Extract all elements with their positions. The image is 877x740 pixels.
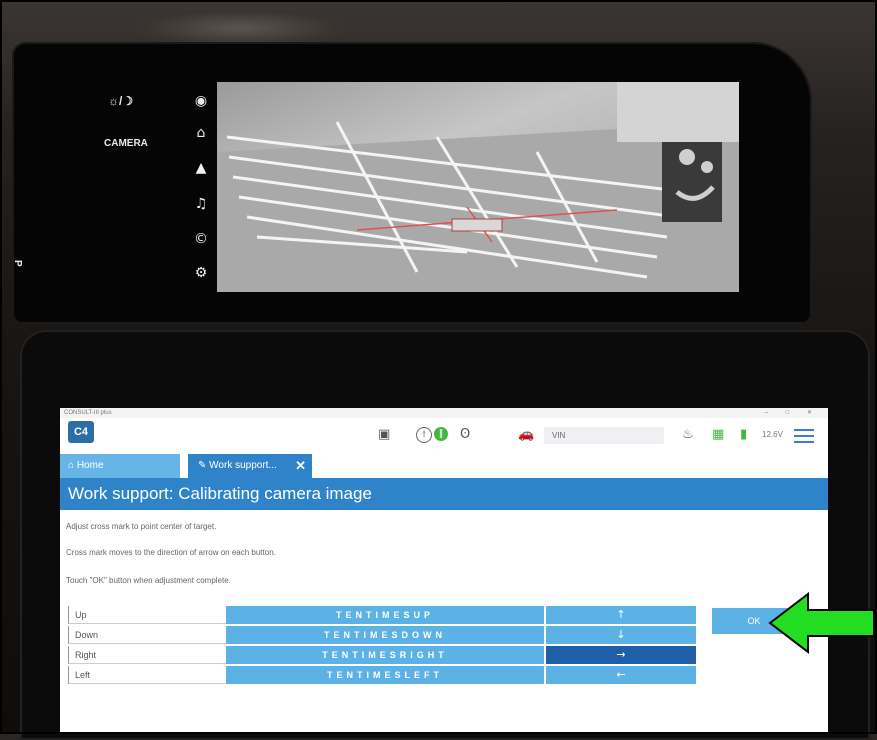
navigation-icon[interactable]: ▲ (190, 157, 212, 179)
control-row-left: Left TENTIMESLEFT ← (68, 666, 696, 684)
head-unit-sidebar: ☼/☽ CAMERA ◉ ⌂ ▲ ♫ © ⚙ (12, 42, 217, 324)
vehicle-head-unit: ☼/☽ CAMERA ◉ ⌂ ▲ ♫ © ⚙ (12, 42, 812, 324)
settings-icon[interactable]: ⚙ (190, 262, 212, 284)
music-icon[interactable]: ♫ (190, 193, 212, 215)
camera-image (217, 82, 739, 292)
control-row-right: Right TENTIMESRIGHT → (68, 646, 696, 664)
green-pointer-arrow (768, 592, 875, 654)
ten-times-up-button[interactable]: TENTIMESUP (226, 606, 544, 624)
phone-icon[interactable]: © (190, 228, 212, 250)
window-title-bar: CONSULT-III plus – □ ✕ (60, 408, 828, 418)
pause-icon[interactable]: ‖ (434, 427, 448, 441)
ten-times-right-button[interactable]: TENTIMESRIGHT (226, 646, 544, 664)
instruction-1: Adjust cross mark to point center of tar… (66, 522, 217, 531)
control-label: Right (68, 646, 226, 664)
cross-mark-center (451, 218, 503, 232)
down-arrow-button[interactable]: ↓ (546, 626, 696, 644)
battery-icon[interactable]: ▮ (740, 427, 747, 442)
instruction-2: Cross mark moves to the direction of arr… (66, 548, 276, 557)
up-arrow-button[interactable]: ↑ (546, 606, 696, 624)
connection-icon[interactable]: ♨ (682, 427, 694, 442)
tab-bar: ⌂ Home ✎ Work support... ✕ (60, 454, 828, 478)
home-icon: ⌂ (68, 460, 77, 471)
brightness-label[interactable]: ☼/☽ (108, 94, 133, 108)
tab-work-label: Work support... (209, 460, 277, 471)
control-label: Left (68, 666, 226, 684)
window-controls[interactable]: – □ ✕ (765, 408, 820, 418)
close-icon[interactable]: ✕ (295, 454, 306, 478)
app-toolbar: C4 ▣ ! ‖ ʘ 🚗 VIN ♨ ▦ ▮ 12.6V (60, 418, 828, 454)
ten-times-left-button[interactable]: TENTIMESLEFT (226, 666, 544, 684)
screenshot-icon[interactable]: ▣ (378, 427, 390, 442)
menu-icon[interactable] (794, 429, 814, 443)
app-logo: C4 (68, 421, 94, 443)
vin-field: VIN (544, 427, 664, 444)
control-row-down: Down TENTIMESDOWN ↓ (68, 626, 696, 644)
vehicle-icon[interactable]: 🚗 (518, 427, 534, 442)
battery-voltage: 12.6V (762, 430, 783, 439)
control-row-up: Up TENTIMESUP ↑ (68, 606, 696, 624)
tab-home-label: Home (76, 460, 104, 471)
home-icon[interactable]: ⌂ (190, 122, 212, 144)
control-label: Up (68, 606, 226, 624)
user-icon[interactable]: ʘ (460, 427, 470, 442)
right-arrow-button[interactable]: → (546, 646, 696, 664)
left-arrow-button[interactable]: ← (546, 666, 696, 684)
tablet-screen: CONSULT-III plus – □ ✕ C4 ▣ ! ‖ ʘ 🚗 VIN … (60, 408, 828, 734)
camera-icon[interactable]: ◉ (190, 90, 212, 112)
vi-icon[interactable]: ▦ (712, 427, 724, 442)
page-title: Work support: Calibrating camera image (60, 478, 828, 510)
window-title: CONSULT-III plus (64, 410, 112, 416)
alert-icon[interactable]: ! (416, 427, 432, 443)
ten-times-down-button[interactable]: TENTIMESDOWN (226, 626, 544, 644)
rear-camera-view (217, 82, 739, 292)
tab-home[interactable]: ⌂ Home (60, 454, 180, 478)
adjust-controls: Up TENTIMESUP ↑ Down TENTIMESDOWN ↓ Righ… (68, 606, 696, 686)
control-label: Down (68, 626, 226, 644)
camera-mode-label[interactable]: CAMERA (104, 138, 148, 149)
tab-work-support[interactable]: ✎ Work support... ✕ (188, 454, 312, 478)
edge-label: P (12, 260, 23, 267)
instruction-3: Touch "OK" button when adjustment comple… (66, 576, 231, 585)
target-board (662, 132, 722, 222)
wrench-icon: ✎ (198, 460, 210, 471)
